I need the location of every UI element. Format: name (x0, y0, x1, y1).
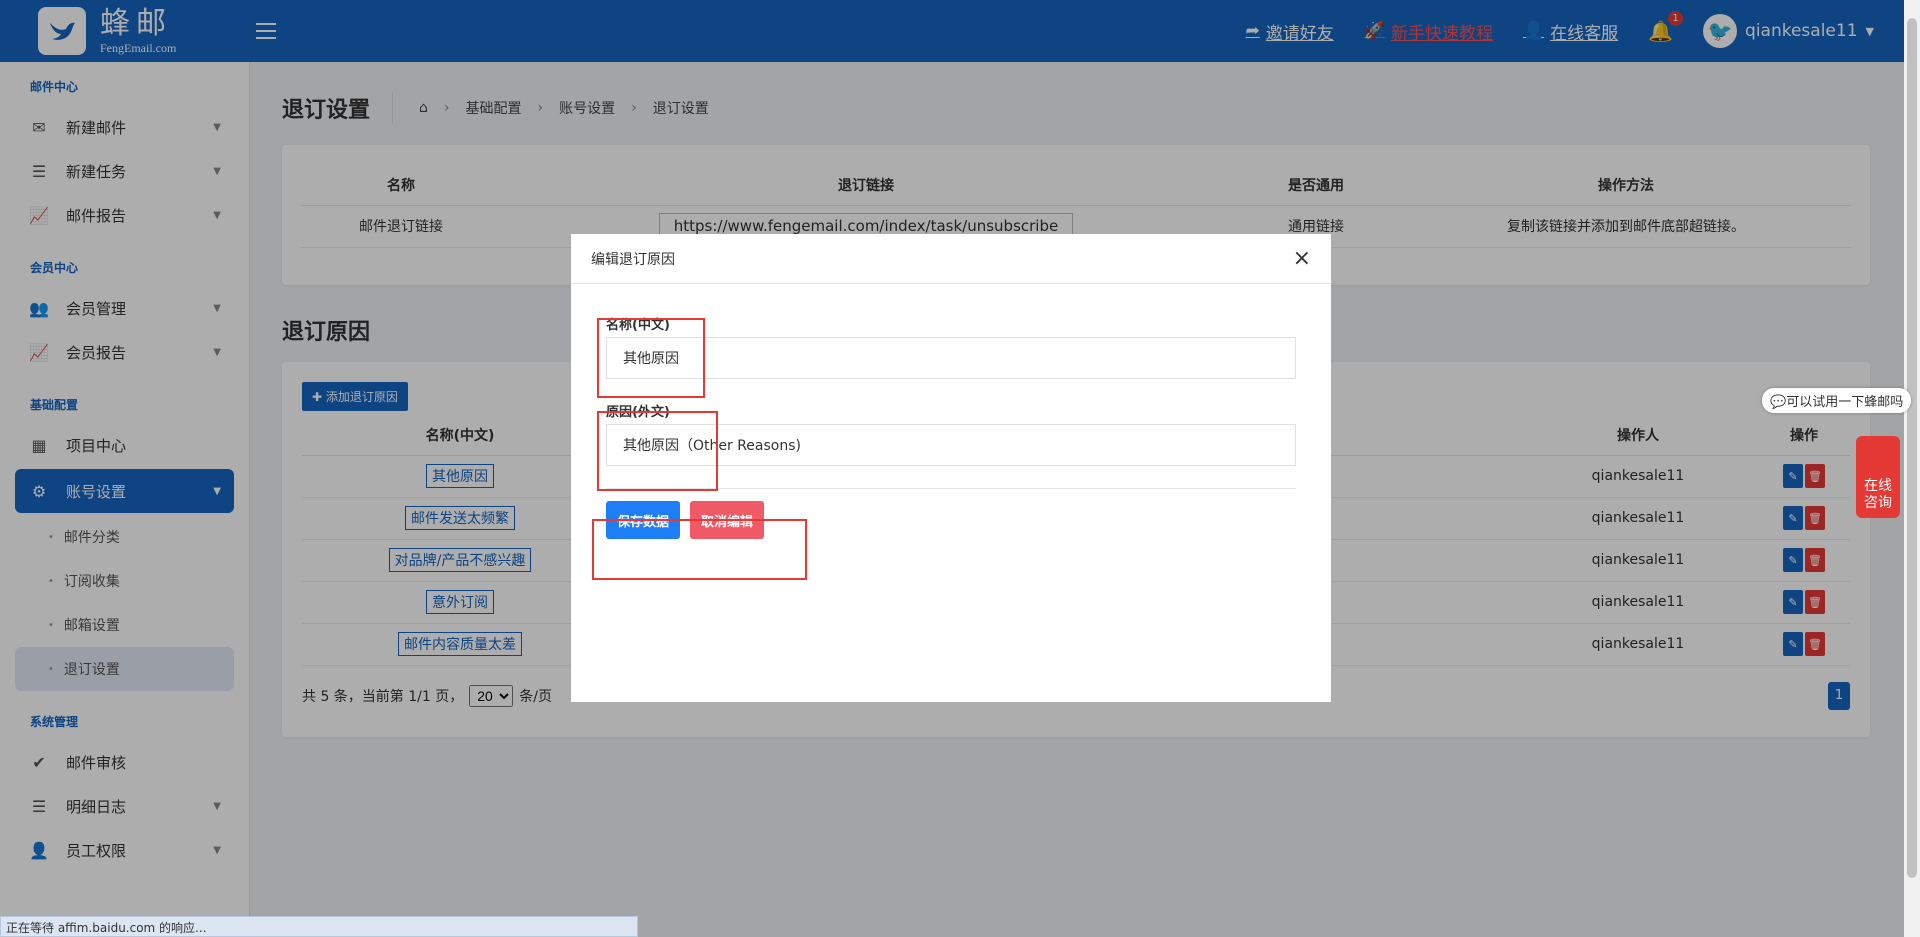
online-consult-button[interactable]: 在线咨询 (1856, 436, 1900, 518)
highlight-box (597, 411, 718, 491)
name-cn-input[interactable] (606, 337, 1296, 379)
scrollbar[interactable] (1904, 0, 1920, 937)
highlight-box (597, 318, 705, 398)
chat-icon: 💬 (1770, 395, 1787, 410)
chat-bubble[interactable]: 💬可以试用一下蜂邮吗 (1762, 388, 1912, 413)
browser-status-bar: 正在等待 affim.baidu.com 的响应... (0, 916, 638, 937)
close-icon[interactable]: × (1293, 247, 1311, 270)
name-cn-label: 名称(中文) (606, 318, 670, 333)
scrollbar-thumb[interactable] (1907, 18, 1917, 878)
highlight-box (592, 519, 807, 580)
consult-label: 在线咨询 (1864, 478, 1892, 512)
modal-title: 编辑退订原因 (591, 251, 675, 268)
